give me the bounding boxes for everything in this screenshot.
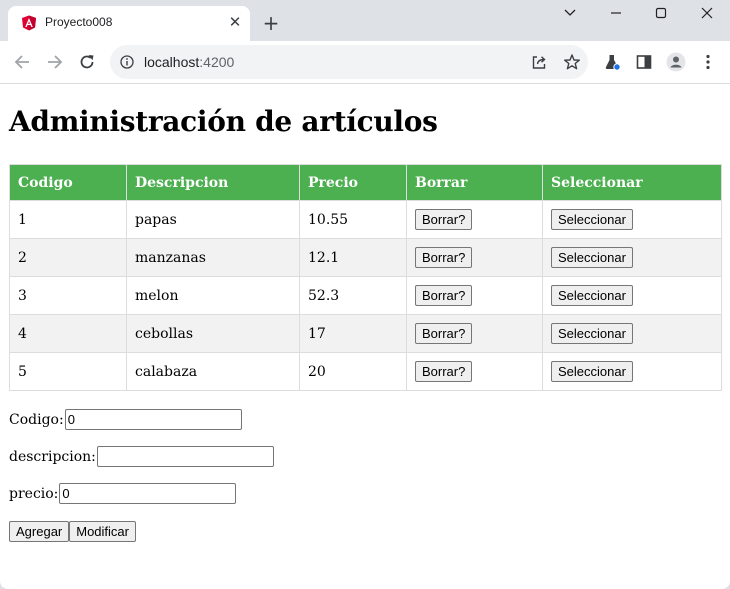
codigo-label: Codigo: [9, 411, 64, 428]
close-icon[interactable]: ✕ [227, 14, 243, 30]
table-row: 4 cebollas 17 Borrar? Seleccionar [9, 314, 722, 353]
cell-borrar: Borrar? [406, 352, 543, 391]
cell-seleccionar: Seleccionar [542, 276, 722, 315]
form-actions: Agregar Modificar [9, 521, 136, 542]
url-text[interactable]: localhost:4200 [144, 54, 234, 70]
close-window-icon[interactable] [697, 5, 717, 21]
flask-icon[interactable] [602, 52, 622, 72]
cell-seleccionar: Seleccionar [542, 200, 722, 239]
add-button[interactable]: Agregar [9, 521, 70, 542]
precio-form-row: precio: [9, 483, 237, 504]
delete-button[interactable]: Borrar? [415, 285, 473, 306]
delete-button[interactable]: Borrar? [415, 323, 473, 344]
cell-descripcion: manzanas [126, 238, 300, 277]
delete-button[interactable]: Borrar? [415, 247, 473, 268]
select-button[interactable]: Seleccionar [551, 209, 633, 230]
select-button[interactable]: Seleccionar [551, 323, 633, 344]
profile-avatar-icon[interactable] [666, 52, 686, 72]
cell-borrar: Borrar? [406, 238, 543, 277]
reload-icon[interactable] [77, 52, 97, 72]
star-icon[interactable] [563, 53, 581, 71]
maximize-icon[interactable] [651, 5, 671, 21]
precio-input[interactable] [59, 483, 237, 504]
codigo-form-row: Codigo: [9, 409, 242, 430]
page-title: Administración de artículos [9, 105, 438, 138]
address-bar[interactable]: localhost:4200 [110, 45, 588, 79]
precio-label: precio: [9, 485, 59, 502]
cell-seleccionar: Seleccionar [542, 352, 722, 391]
cell-precio: 17 [299, 314, 407, 353]
table-row: 2 manzanas 12.1 Borrar? Seleccionar [9, 238, 722, 277]
cell-precio: 52.3 [299, 276, 407, 315]
descripcion-input[interactable] [96, 446, 274, 467]
header-precio: Precio [299, 164, 407, 201]
articles-table: Codigo Descripcion Precio Borrar Selecci… [9, 164, 722, 391]
table-row: 5 calabaza 20 Borrar? Seleccionar [9, 352, 722, 391]
side-panel-icon[interactable] [634, 52, 654, 72]
minimize-icon[interactable] [606, 5, 626, 21]
header-codigo: Codigo [9, 164, 127, 201]
table-row: 3 melon 52.3 Borrar? Seleccionar [9, 276, 722, 315]
delete-button[interactable]: Borrar? [415, 361, 473, 382]
modify-button[interactable]: Modificar [69, 521, 136, 542]
header-seleccionar: Seleccionar [542, 164, 722, 201]
kebab-menu-icon[interactable] [698, 52, 718, 72]
info-icon[interactable] [120, 55, 134, 69]
cell-codigo: 2 [9, 238, 127, 277]
header-descripcion: Descripcion [126, 164, 300, 201]
browser-toolbar: localhost:4200 [0, 41, 730, 84]
select-button[interactable]: Seleccionar [551, 361, 633, 382]
cell-precio: 10.55 [299, 200, 407, 239]
cell-descripcion: cebollas [126, 314, 300, 353]
angular-icon [22, 15, 36, 31]
cell-seleccionar: Seleccionar [542, 314, 722, 353]
browser-window: Proyecto008 ✕ + localhost:4200 Administr… [0, 0, 730, 589]
cell-descripcion: calabaza [126, 352, 300, 391]
cell-precio: 20 [299, 352, 407, 391]
cell-precio: 12.1 [299, 238, 407, 277]
cell-codigo: 5 [9, 352, 127, 391]
chevron-down-icon[interactable] [560, 5, 580, 21]
cell-borrar: Borrar? [406, 276, 543, 315]
select-button[interactable]: Seleccionar [551, 247, 633, 268]
cell-codigo: 4 [9, 314, 127, 353]
url-port: :4200 [199, 54, 235, 70]
descripcion-form-row: descripcion: [9, 446, 274, 467]
forward-arrow-icon[interactable] [45, 52, 65, 72]
back-arrow-icon[interactable] [12, 52, 32, 72]
page-content: Administración de artículos Codigo Descr… [0, 84, 730, 589]
tab-proyecto008[interactable]: Proyecto008 ✕ [8, 6, 250, 41]
codigo-input[interactable] [64, 409, 242, 430]
new-tab-icon[interactable]: + [261, 13, 281, 33]
cell-codigo: 3 [9, 276, 127, 315]
tab-strip: Proyecto008 ✕ + [0, 0, 730, 41]
select-button[interactable]: Seleccionar [551, 285, 633, 306]
cell-borrar: Borrar? [406, 314, 543, 353]
table-header-row: Codigo Descripcion Precio Borrar Selecci… [9, 164, 722, 201]
table-row: 1 papas 10.55 Borrar? Seleccionar [9, 200, 722, 239]
share-icon[interactable] [530, 53, 548, 71]
url-host: localhost [144, 54, 200, 70]
cell-seleccionar: Seleccionar [542, 238, 722, 277]
cell-descripcion: melon [126, 276, 300, 315]
cell-codigo: 1 [9, 200, 127, 239]
cell-borrar: Borrar? [406, 200, 543, 239]
header-borrar: Borrar [406, 164, 543, 201]
tab-title: Proyecto008 [45, 15, 113, 29]
cell-descripcion: papas [126, 200, 300, 239]
delete-button[interactable]: Borrar? [415, 209, 473, 230]
descripcion-label: descripcion: [9, 448, 96, 465]
